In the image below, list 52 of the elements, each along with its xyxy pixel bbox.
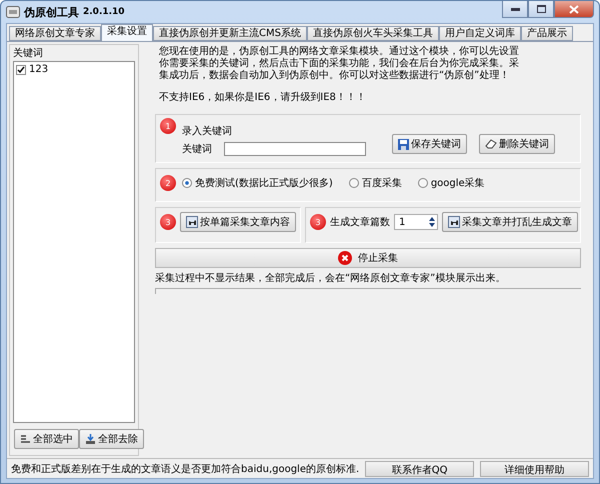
remove-all-button[interactable]: 全部去除 [79,429,144,449]
minimize-icon [510,8,520,10]
stop-icon [338,251,352,265]
select-all-button[interactable]: 全部选中 [14,429,79,449]
tab[interactable]: 直接伪原创火车头采集工具 [306,26,439,41]
option-label: 百度采集 [362,176,402,190]
list-icon [20,434,31,444]
close-button[interactable] [554,1,594,18]
stop-button[interactable]: 停止采集 [155,248,581,268]
keyword-input[interactable] [224,142,366,156]
tab[interactable]: 用户自定义词库 [438,26,521,41]
tab[interactable]: 网络原创文章专家 [9,26,101,41]
maximize-icon [536,5,546,13]
collect-single-button[interactable]: 按单篇采集文章内容 [180,212,296,232]
maximize-button[interactable] [528,1,554,18]
source-option[interactable]: google采集 [418,176,485,190]
keyword-item[interactable]: 123 [29,64,48,75]
delete-button[interactable]: 删除关键词 [479,134,555,154]
eraser-icon [485,139,497,149]
option-label: google采集 [430,176,485,190]
version-label: 2.0.1.10 [83,7,125,17]
minimize-button[interactable] [502,1,528,18]
download-icon [85,434,96,444]
intro-text: 您现在使用的是，伪原创工具的网络文章采集模块。通过这个模块，你可以先设置你需要采集的关键词，然后点击下面的采集功能，我们会在后台为你完成采集。采集成功后，数据会自动加入到伪原创中。你可以对这些数据进行“伪原创”处理！ [159,46,520,82]
collect-generate-button[interactable]: 采集文章并打乱生成文章 [442,212,578,232]
tab[interactable]: 产品展示 [520,26,573,41]
source-option[interactable]: 百度采集 [348,176,402,190]
warning-text: 不支持IE6，如果你是IE6，请升级到IE8！！！ [159,90,367,104]
field-label: 生成文章篇数 [330,216,390,229]
tab[interactable]: 采集设置 [101,24,153,41]
save-button[interactable]: 保存关键词 [392,134,467,154]
step-badge: 1 [160,118,176,134]
step-badge: 3 [310,214,326,230]
step-badge: 2 [160,175,176,191]
section-heading: 录入关键词 [182,124,233,138]
field-label: 关键词 [182,142,212,156]
app-icon [6,6,20,18]
count-spinner[interactable]: 1 [394,214,438,230]
status-message: 免费和正式版差别在于生成的文章语义是否更加符合baidu,google的原创标准. [11,462,360,476]
panel-title: 关键词 [12,46,44,61]
radio[interactable] [418,178,428,188]
contact-button[interactable]: 联系作者QQ [365,460,474,476]
note-text: 采集过程中不显示结果，全部完成后，会在“网络原创文章专家”模块展示出来。 [155,272,506,285]
help-button[interactable]: 详细使用帮助 [480,460,589,476]
radio[interactable] [182,178,192,188]
tab[interactable]: 直接伪原创并更新主流CMS系统 [153,26,307,41]
window-title: 伪原创工具 [24,4,79,20]
save-icon [398,138,409,150]
radio[interactable] [348,178,359,188]
close-icon [569,4,579,14]
checkbox[interactable] [16,64,26,74]
step-badge: 3 [160,214,176,230]
